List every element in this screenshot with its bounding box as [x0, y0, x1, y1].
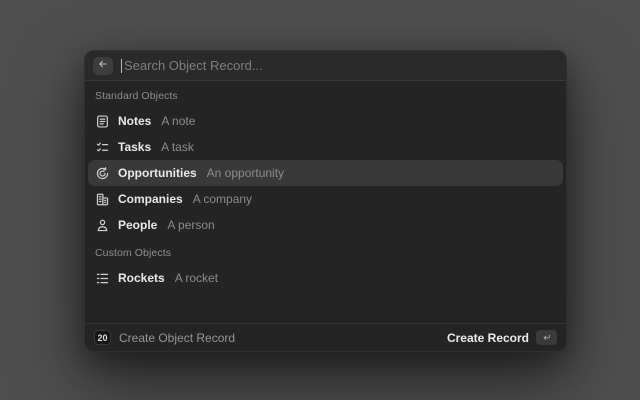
companies-icon [95, 192, 110, 207]
search-object-record-modal: Standard Objects Notes A note Tasks A task Op… [84, 50, 567, 352]
list-item-people[interactable]: People A person [88, 212, 563, 238]
list-item-companies[interactable]: Companies A company [88, 186, 563, 212]
item-name: Notes [118, 114, 151, 128]
opportunities-icon [95, 166, 110, 181]
item-description: A task [161, 140, 194, 154]
item-description: An opportunity [207, 166, 284, 180]
item-description: A company [193, 192, 252, 206]
item-name: Companies [118, 192, 183, 206]
section-label: Standard Objects [88, 81, 563, 108]
tasks-icon [95, 140, 110, 155]
item-name: Tasks [118, 140, 151, 154]
item-name: Opportunities [118, 166, 197, 180]
item-name: Rockets [118, 271, 165, 285]
footer: 20 Create Object Record Create Record [85, 323, 566, 351]
back-button[interactable] [93, 57, 113, 75]
enter-icon [541, 332, 552, 343]
rockets-icon [95, 271, 110, 286]
create-object-record-label: Create Object Record [119, 331, 235, 345]
item-description: A person [167, 218, 214, 232]
create-record-label: Create Record [447, 331, 529, 345]
people-icon [95, 218, 110, 233]
list-item-tasks[interactable]: Tasks A task [88, 134, 563, 160]
item-name: People [118, 218, 157, 232]
search-bar [85, 51, 566, 81]
enter-keycap [536, 330, 557, 345]
item-description: A rocket [175, 271, 218, 285]
list-item-opportunities[interactable]: Opportunities An opportunity [88, 160, 563, 186]
search-field [121, 51, 558, 80]
footer-badge: 20 [94, 330, 111, 345]
list-item-notes[interactable]: Notes A note [88, 108, 563, 134]
section-label: Custom Objects [88, 238, 563, 265]
result-list: Standard Objects Notes A note Tasks A task Op… [85, 81, 566, 323]
list-item-rockets[interactable]: Rockets A rocket [88, 265, 563, 291]
item-description: A note [161, 114, 195, 128]
search-input[interactable] [122, 51, 558, 80]
create-record-button[interactable]: Create Record [447, 330, 557, 345]
note-icon [95, 114, 110, 129]
arrow-left-icon [97, 58, 109, 73]
